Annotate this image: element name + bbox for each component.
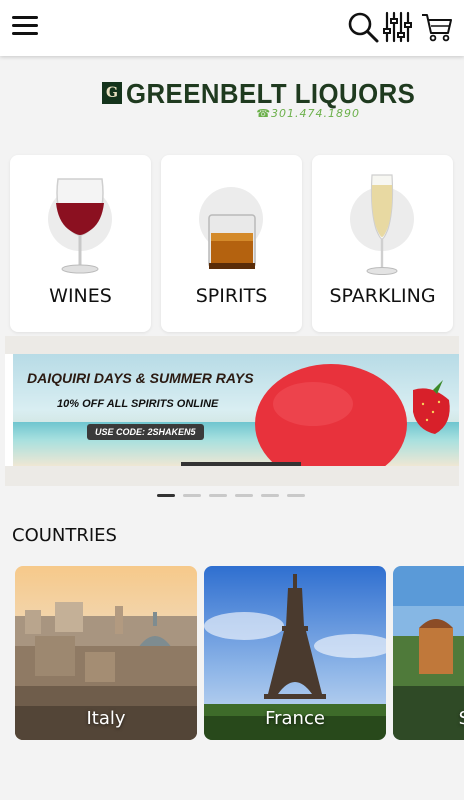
carousel-dot-5[interactable]: [261, 494, 279, 497]
banner-fine-print: [181, 462, 301, 466]
search-icon[interactable]: [346, 10, 380, 44]
category-card-wines[interactable]: WINES: [10, 155, 151, 332]
category-card-spirits[interactable]: SPIRITS: [161, 155, 302, 332]
brand-name: GREENBELT LIQUORS: [126, 78, 416, 109]
banner-headline: DAIQUIRI DAYS & SUMMER RAYS: [27, 370, 254, 386]
brand-logo[interactable]: G GREENBELT LIQUORS ☎301.474.1890: [100, 78, 415, 124]
section-title-countries: COUNTRIES: [12, 525, 117, 546]
carousel-dot-3[interactable]: [209, 494, 227, 497]
category-label: SPARKLING: [329, 285, 436, 307]
top-app-bar: [0, 0, 464, 56]
strawberry-daiquiri-image: [255, 364, 450, 466]
promo-banner-slide[interactable]: DAIQUIRI DAYS & SUMMER RAYS 10% OFF ALL …: [13, 354, 459, 466]
banner-subline: 10% OFF ALL SPIRITS ONLINE: [57, 398, 219, 410]
hamburger-menu-icon[interactable]: [12, 16, 38, 38]
champagne-flute-icon: [366, 174, 398, 275]
carousel-dot-6[interactable]: [287, 494, 305, 497]
red-wine-glass-icon: [56, 178, 104, 274]
whiskey-glass-icon: [208, 214, 256, 269]
country-card-partial[interactable]: S: [393, 566, 464, 740]
brand-phone[interactable]: ☎301.474.1890: [256, 107, 360, 120]
logo-mark: G: [102, 82, 122, 104]
category-card-sparkling[interactable]: SPARKLING: [312, 155, 453, 332]
banner-edge: [5, 354, 13, 466]
carousel-dot-1[interactable]: [157, 494, 175, 497]
promo-banner-carousel[interactable]: DAIQUIRI DAYS & SUMMER RAYS 10% OFF ALL …: [5, 336, 459, 486]
country-name: S: [399, 708, 464, 729]
sliders-filter-icon[interactable]: [382, 10, 416, 44]
country-card-italy[interactable]: Italy: [15, 566, 197, 740]
country-card-france[interactable]: France: [204, 566, 386, 740]
category-label: SPIRITS: [195, 285, 268, 307]
promo-code-badge: USE CODE: 2SHAKEN5: [87, 424, 204, 440]
country-name: Italy: [86, 708, 126, 729]
category-label: WINES: [49, 285, 112, 307]
carousel-dot-2[interactable]: [183, 494, 201, 497]
carousel-dot-4[interactable]: [235, 494, 253, 497]
country-name: France: [265, 708, 325, 729]
shopping-cart-icon[interactable]: [420, 10, 454, 44]
